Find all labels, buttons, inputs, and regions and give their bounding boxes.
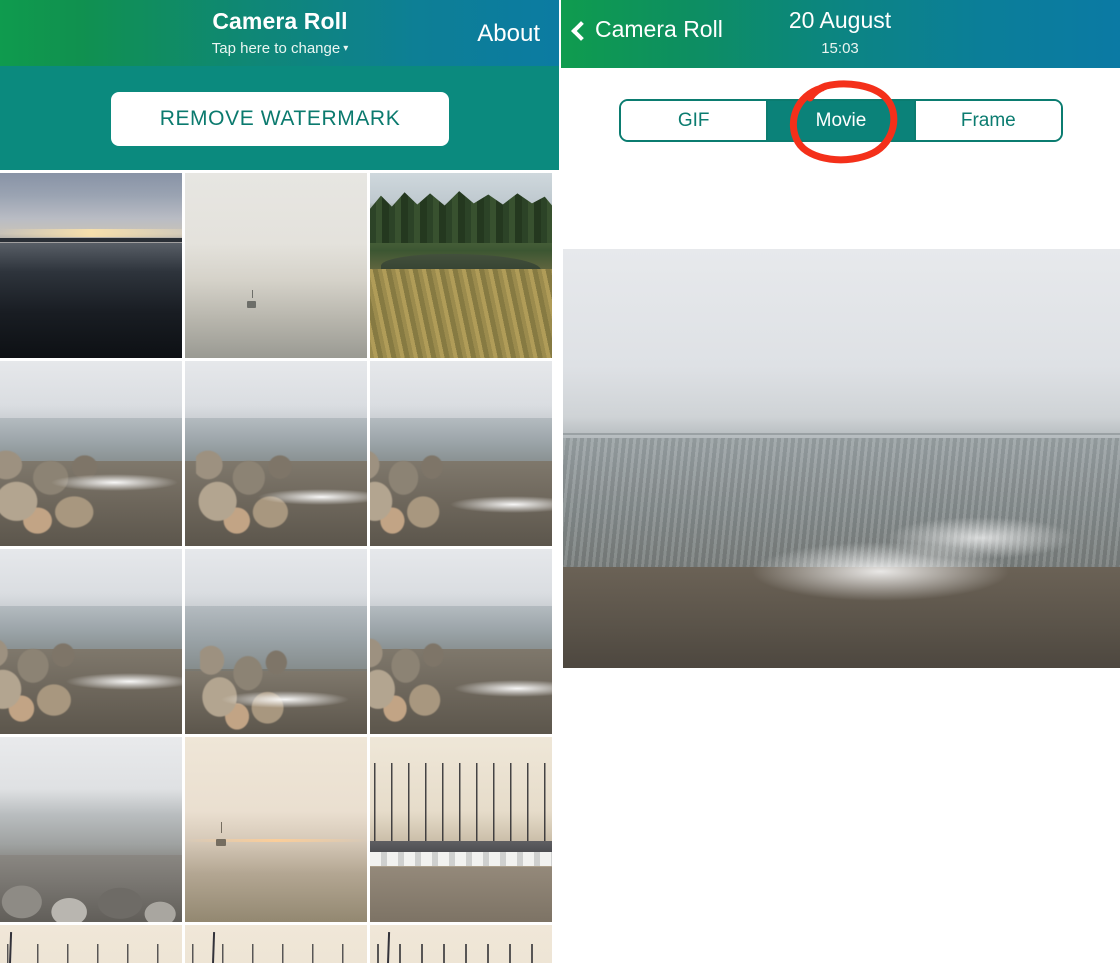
photo-thumbnail[interactable]	[0, 361, 182, 546]
photo-art	[0, 549, 182, 734]
movie-editor-panel: Camera Roll 20 August 15:03 GIF Movie Fr…	[560, 0, 1120, 963]
photo-art	[370, 925, 552, 963]
photo-thumbnail[interactable]	[370, 549, 552, 734]
photo-thumbnail[interactable]	[370, 173, 552, 358]
album-change-hint-label: Tap here to change	[211, 40, 341, 57]
photo-thumbnail[interactable]	[0, 925, 182, 963]
photo-art	[185, 737, 367, 922]
photo-art	[370, 361, 552, 546]
photo-thumbnail[interactable]	[185, 737, 367, 922]
photo-art	[0, 925, 182, 963]
photo-art	[370, 173, 552, 358]
photo-art	[185, 173, 367, 358]
about-button[interactable]: About	[477, 20, 540, 48]
photo-art	[185, 549, 367, 734]
album-change-hint[interactable]: Tap here to change ▾	[0, 40, 560, 57]
clip-date: 20 August	[788, 7, 892, 33]
movie-preview[interactable]	[563, 249, 1120, 668]
camera-roll-panel: Camera Roll Tap here to change ▾ About RE…	[0, 0, 560, 963]
photo-art	[0, 737, 182, 922]
photo-thumbnail[interactable]	[370, 361, 552, 546]
photo-thumbnail[interactable]	[370, 925, 552, 963]
photo-thumbnail[interactable]	[185, 925, 367, 963]
photo-thumbnail[interactable]	[185, 361, 367, 546]
watermark-banner: REMOVE WATERMARK	[0, 66, 560, 170]
photo-art	[370, 549, 552, 734]
editor-header: Camera Roll 20 August 15:03	[560, 0, 1120, 68]
photo-thumbnail[interactable]	[370, 737, 552, 922]
preview-art	[563, 249, 1120, 668]
photo-thumbnail[interactable]	[0, 173, 182, 358]
photo-thumbnail[interactable]	[185, 549, 367, 734]
photo-art	[0, 173, 182, 358]
photo-art	[185, 361, 367, 546]
chevron-down-icon: ▾	[343, 43, 349, 54]
camera-roll-header: Camera Roll Tap here to change ▾ About	[0, 0, 560, 66]
photo-thumbnail[interactable]	[0, 737, 182, 922]
app-screen: Camera Roll Tap here to change ▾ About RE…	[0, 0, 1120, 963]
page-title: Camera Roll	[212, 8, 348, 34]
tab-movie[interactable]: Movie	[766, 101, 914, 140]
clip-time: 15:03	[821, 40, 859, 57]
panel-divider	[559, 0, 561, 963]
photo-thumbnail[interactable]	[0, 549, 182, 734]
photo-art	[370, 737, 552, 922]
photo-art	[185, 925, 367, 963]
export-mode-tabs[interactable]: GIF Movie Frame	[619, 99, 1063, 142]
tab-gif[interactable]: GIF	[621, 101, 767, 140]
photo-art	[0, 361, 182, 546]
photo-thumbnail[interactable]	[185, 173, 367, 358]
remove-watermark-button[interactable]: REMOVE WATERMARK	[111, 92, 449, 146]
tab-frame[interactable]: Frame	[913, 101, 1061, 140]
photo-grid[interactable]	[0, 173, 560, 963]
